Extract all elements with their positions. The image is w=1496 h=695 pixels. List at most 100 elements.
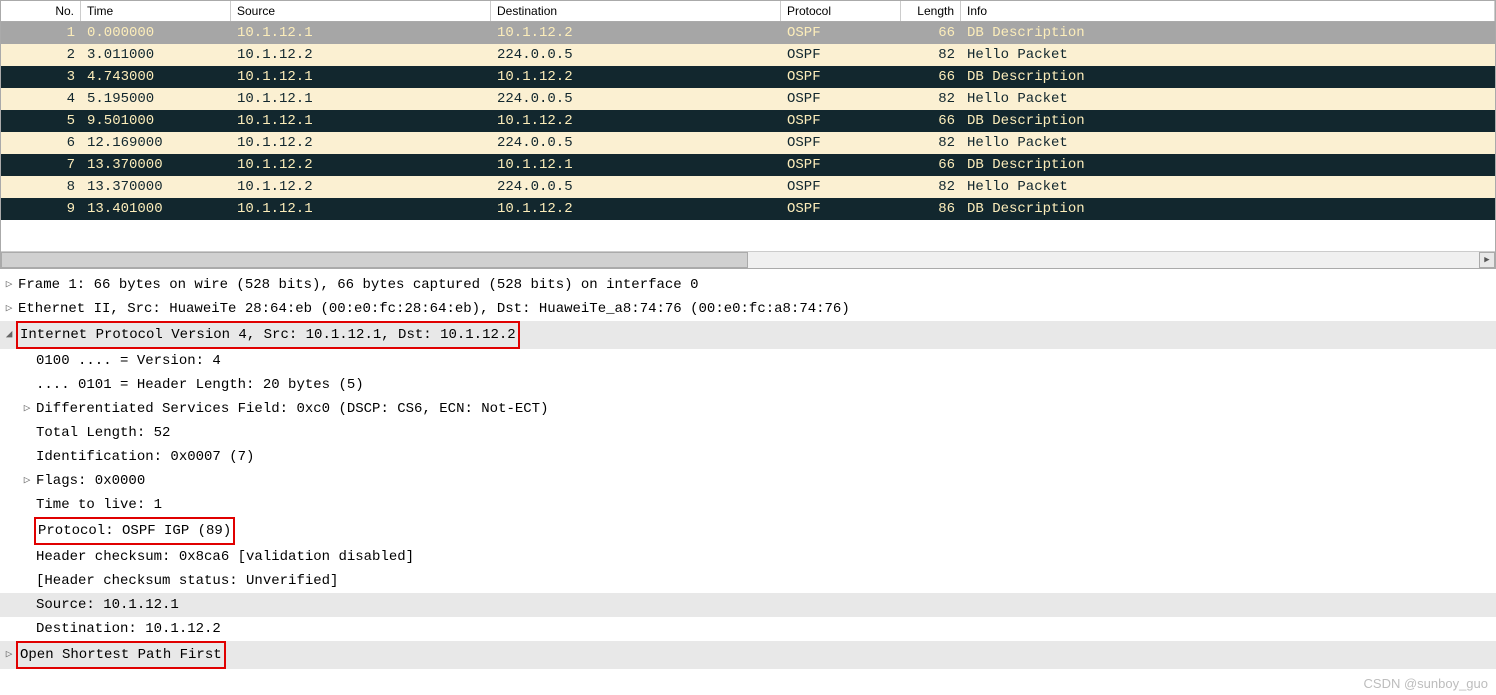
- highlight-ipv4-header: Internet Protocol Version 4, Src: 10.1.1…: [16, 321, 520, 349]
- cell-src: 10.1.12.1: [231, 113, 491, 129]
- cell-dst: 224.0.0.5: [491, 47, 781, 63]
- detail-ipv4-dst[interactable]: Destination: 10.1.12.2: [0, 617, 1496, 641]
- cell-proto: OSPF: [781, 69, 901, 85]
- cell-time: 0.000000: [81, 25, 231, 41]
- detail-text: Open Shortest Path First: [20, 647, 222, 663]
- detail-ipv4[interactable]: ◢ Internet Protocol Version 4, Src: 10.1…: [0, 321, 1496, 349]
- cell-src: 10.1.12.2: [231, 179, 491, 195]
- packet-row[interactable]: 34.74300010.1.12.110.1.12.2OSPF66DB Desc…: [1, 66, 1495, 88]
- packet-row[interactable]: 713.37000010.1.12.210.1.12.1OSPF66DB Des…: [1, 154, 1495, 176]
- col-header-len[interactable]: Length: [901, 1, 961, 21]
- highlight-ipv4-proto: Protocol: OSPF IGP (89): [34, 517, 235, 545]
- cell-time: 3.011000: [81, 47, 231, 63]
- detail-ipv4-flags[interactable]: ▷ Flags: 0x0000: [0, 469, 1496, 493]
- detail-text: Flags: 0x0000: [36, 469, 145, 493]
- col-header-dst[interactable]: Destination: [491, 1, 781, 21]
- packet-row[interactable]: 913.40100010.1.12.110.1.12.2OSPF86DB Des…: [1, 198, 1495, 220]
- detail-ipv4-src[interactable]: Source: 10.1.12.1: [0, 593, 1496, 617]
- detail-ipv4-hdrlen[interactable]: .... 0101 = Header Length: 20 bytes (5): [0, 373, 1496, 397]
- cell-dst: 10.1.12.1: [491, 157, 781, 173]
- packet-list[interactable]: No. Time Source Destination Protocol Len…: [1, 1, 1495, 251]
- scroll-thumb[interactable]: [1, 252, 748, 268]
- cell-info: DB Description: [961, 69, 1495, 85]
- detail-ipv4-ident[interactable]: Identification: 0x0007 (7): [0, 445, 1496, 469]
- cell-info: DB Description: [961, 157, 1495, 173]
- cell-no: 9: [1, 201, 81, 217]
- cell-len: 86: [901, 201, 961, 217]
- cell-proto: OSPF: [781, 91, 901, 107]
- cell-dst: 224.0.0.5: [491, 135, 781, 151]
- detail-text: 0100 .... = Version: 4: [36, 349, 221, 373]
- packet-row[interactable]: 612.16900010.1.12.2224.0.0.5OSPF82Hello …: [1, 132, 1495, 154]
- cell-len: 82: [901, 135, 961, 151]
- cell-info: DB Description: [961, 201, 1495, 217]
- cell-proto: OSPF: [781, 135, 901, 151]
- cell-dst: 224.0.0.5: [491, 91, 781, 107]
- cell-proto: OSPF: [781, 157, 901, 173]
- expand-icon[interactable]: ▷: [18, 469, 36, 493]
- packet-list-header: No. Time Source Destination Protocol Len…: [1, 1, 1495, 22]
- detail-ethernet[interactable]: ▷ Ethernet II, Src: HuaweiTe 28:64:eb (0…: [0, 297, 1496, 321]
- cell-time: 13.370000: [81, 157, 231, 173]
- detail-text: Total Length: 52: [36, 421, 170, 445]
- cell-time: 12.169000: [81, 135, 231, 151]
- cell-dst: 10.1.12.2: [491, 201, 781, 217]
- cell-dst: 10.1.12.2: [491, 113, 781, 129]
- cell-dst: 10.1.12.2: [491, 25, 781, 41]
- cell-dst: 224.0.0.5: [491, 179, 781, 195]
- packet-list-h-scroll[interactable]: ◀ ▶: [1, 251, 1495, 268]
- scroll-right-icon[interactable]: ▶: [1479, 252, 1495, 268]
- cell-src: 10.1.12.1: [231, 201, 491, 217]
- packet-details-pane: ▷ Frame 1: 66 bytes on wire (528 bits), …: [0, 269, 1496, 677]
- cell-src: 10.1.12.1: [231, 91, 491, 107]
- detail-ipv4-cksum-status[interactable]: [Header checksum status: Unverified]: [0, 569, 1496, 593]
- cell-info: Hello Packet: [961, 179, 1495, 195]
- cell-no: 8: [1, 179, 81, 195]
- detail-ipv4-cksum[interactable]: Header checksum: 0x8ca6 [validation disa…: [0, 545, 1496, 569]
- detail-text: Time to live: 1: [36, 493, 162, 517]
- cell-src: 10.1.12.1: [231, 69, 491, 85]
- detail-ospf[interactable]: ▷ Open Shortest Path First: [0, 641, 1496, 669]
- detail-ipv4-totlen[interactable]: Total Length: 52: [0, 421, 1496, 445]
- detail-text: .... 0101 = Header Length: 20 bytes (5): [36, 373, 364, 397]
- cell-info: Hello Packet: [961, 47, 1495, 63]
- col-header-no[interactable]: No.: [1, 1, 81, 21]
- expand-icon[interactable]: ▷: [0, 297, 18, 321]
- detail-text: Header checksum: 0x8ca6 [validation disa…: [36, 545, 414, 569]
- cell-info: Hello Packet: [961, 135, 1495, 151]
- packet-row[interactable]: 23.01100010.1.12.2224.0.0.5OSPF82Hello P…: [1, 44, 1495, 66]
- detail-text: Destination: 10.1.12.2: [36, 617, 221, 641]
- cell-no: 7: [1, 157, 81, 173]
- detail-frame[interactable]: ▷ Frame 1: 66 bytes on wire (528 bits), …: [0, 273, 1496, 297]
- cell-proto: OSPF: [781, 201, 901, 217]
- detail-ipv4-dscp[interactable]: ▷ Differentiated Services Field: 0xc0 (D…: [0, 397, 1496, 421]
- detail-text: Internet Protocol Version 4, Src: 10.1.1…: [20, 327, 516, 343]
- cell-time: 13.401000: [81, 201, 231, 217]
- watermark-text: CSDN @sunboy_guo: [1364, 676, 1488, 691]
- col-header-time[interactable]: Time: [81, 1, 231, 21]
- col-header-src[interactable]: Source: [231, 1, 491, 21]
- packet-row[interactable]: 59.50100010.1.12.110.1.12.2OSPF66DB Desc…: [1, 110, 1495, 132]
- cell-len: 66: [901, 25, 961, 41]
- cell-len: 82: [901, 47, 961, 63]
- detail-text: Source: 10.1.12.1: [36, 593, 179, 617]
- cell-no: 3: [1, 69, 81, 85]
- detail-ipv4-proto[interactable]: Protocol: OSPF IGP (89): [0, 517, 1496, 545]
- cell-src: 10.1.12.2: [231, 157, 491, 173]
- detail-ipv4-ttl[interactable]: Time to live: 1: [0, 493, 1496, 517]
- detail-text: Protocol: OSPF IGP (89): [38, 523, 231, 539]
- packet-row[interactable]: 45.19500010.1.12.1224.0.0.5OSPF82Hello P…: [1, 88, 1495, 110]
- cell-no: 4: [1, 91, 81, 107]
- cell-proto: OSPF: [781, 25, 901, 41]
- expand-icon[interactable]: ▷: [0, 273, 18, 297]
- col-header-proto[interactable]: Protocol: [781, 1, 901, 21]
- col-header-info[interactable]: Info: [961, 1, 1495, 21]
- detail-ipv4-version[interactable]: 0100 .... = Version: 4: [0, 349, 1496, 373]
- packet-row[interactable]: 10.00000010.1.12.110.1.12.2OSPF66DB Desc…: [1, 22, 1495, 44]
- packet-list-pane: No. Time Source Destination Protocol Len…: [0, 0, 1496, 269]
- packet-row[interactable]: 813.37000010.1.12.2224.0.0.5OSPF82Hello …: [1, 176, 1495, 198]
- expand-icon[interactable]: ▷: [18, 397, 36, 421]
- highlight-ospf: Open Shortest Path First: [16, 641, 226, 669]
- cell-proto: OSPF: [781, 47, 901, 63]
- detail-text: Ethernet II, Src: HuaweiTe 28:64:eb (00:…: [18, 297, 850, 321]
